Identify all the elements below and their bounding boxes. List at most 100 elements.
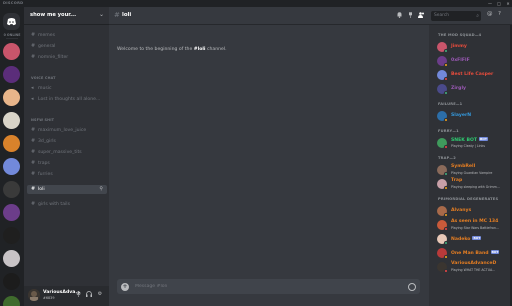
member-name: One Man Band BOT xyxy=(451,250,500,256)
emoji-picker-icon[interactable] xyxy=(408,282,416,291)
member-item[interactable]: 0xFlFlF xyxy=(434,55,510,68)
channel-girls-with-tails[interactable]: # girls with tails xyxy=(27,200,107,209)
avatar[interactable] xyxy=(28,289,40,301)
app-name: DISCORD xyxy=(3,1,24,5)
search-placeholder: Search xyxy=(434,13,450,18)
member-list: THE MOD SQUAD—4 Jimmy 0xFlFlF Best Life Cas… xyxy=(429,25,512,306)
channel-3d-girls[interactable]: #3d_girls xyxy=(27,137,107,146)
channel-maximum-love-juice[interactable]: # maximum_love_juice xyxy=(27,126,107,135)
member-name: Best Life Casper xyxy=(451,72,494,77)
member-item[interactable]: As seen in MC 134 Playing Star Wars Battl… xyxy=(434,219,510,232)
discord-logo-icon xyxy=(7,18,16,26)
speaker-icon: ◂ xyxy=(31,85,34,91)
home-button[interactable] xyxy=(3,13,20,30)
header-right-section: Search ⌕ @ ? xyxy=(429,7,512,25)
category-voice-chat[interactable]: VOICE CHAT xyxy=(31,76,56,80)
hash-icon: # xyxy=(31,186,36,192)
member-name: Jimmy xyxy=(451,44,467,49)
hash-icon: # xyxy=(31,43,36,49)
hash-icon: # xyxy=(31,138,36,144)
channel-title: loli xyxy=(122,12,132,18)
server-icon[interactable] xyxy=(3,89,20,106)
bell-icon[interactable] xyxy=(395,12,403,20)
channel-loli-active[interactable]: # loli ⚲ xyxy=(27,185,107,194)
member-activity: Playing sleeping with Grimm... xyxy=(451,185,500,189)
bot-badge: BOT xyxy=(472,236,482,240)
chat-area: # loli Welcome to the beginning of the #… xyxy=(109,7,429,306)
server-icon[interactable] xyxy=(3,204,20,221)
message-input[interactable] xyxy=(135,281,385,292)
minimize-button[interactable]: — xyxy=(486,0,494,7)
member-item[interactable]: VariousAdvanceD Playing WHAT THE ACTUA... xyxy=(434,261,510,274)
hash-icon: # xyxy=(31,201,36,207)
server-icon[interactable] xyxy=(3,66,20,83)
member-name: Trap xyxy=(451,178,463,183)
status-dot-icon xyxy=(444,255,448,259)
member-group-header: TRAP—2 xyxy=(438,156,456,160)
hash-icon: # xyxy=(31,160,36,166)
server-icon[interactable] xyxy=(3,135,20,152)
status-dot-icon xyxy=(444,186,448,190)
member-activity: Playing Guardian Vampire xyxy=(451,171,493,175)
member-item[interactable]: Alvanys xyxy=(434,205,510,218)
channel-general[interactable]: # general xyxy=(27,42,107,51)
server-icon[interactable] xyxy=(3,296,20,306)
member-group-header: PRIMORDIAL DEGENERATES xyxy=(438,197,499,201)
channel-sidebar: show me your... ⌄ # memes # general # nomni… xyxy=(24,7,109,306)
hash-icon: # xyxy=(114,11,120,19)
close-window-button[interactable]: ✕ xyxy=(504,0,512,7)
member-group-header: FURRY—1 xyxy=(438,129,459,133)
member-item[interactable]: SNEK BOT BOT Playing Cleaty | Links xyxy=(434,137,510,150)
hash-icon: # xyxy=(31,54,36,60)
hash-icon: # xyxy=(31,171,36,177)
member-group-header: THE MOD SQUAD—4 xyxy=(438,33,482,37)
maximize-button[interactable]: □ xyxy=(495,0,503,7)
channel-super-massive-tits[interactable]: # super_massive_tits xyxy=(27,148,107,157)
member-item[interactable]: Trap Playing sleeping with Grimm... xyxy=(434,178,510,191)
voice-channel-music[interactable]: ◂ music xyxy=(27,84,107,93)
guild-header[interactable]: show me your... ⌄ xyxy=(24,7,109,25)
mention-icon[interactable]: @ xyxy=(487,11,493,17)
server-icon[interactable] xyxy=(3,43,20,60)
search-input[interactable]: Search ⌕ xyxy=(431,11,481,21)
category-nsfw[interactable]: NSFW SHIT xyxy=(31,118,54,122)
member-activity: Playing Star Wars Battlefron... xyxy=(451,226,499,230)
pin-icon[interactable] xyxy=(406,12,414,20)
member-item[interactable]: SymbRell Playing Guardian Vampire xyxy=(434,164,510,177)
member-name: SlayerN xyxy=(451,113,472,118)
member-item[interactable]: One Man Band BOT xyxy=(434,247,510,260)
speaker-icon: ◂ xyxy=(31,96,34,102)
members-icon[interactable] xyxy=(417,12,425,20)
add-user-icon[interactable]: ⚲ xyxy=(99,186,103,192)
server-icon[interactable] xyxy=(3,112,20,129)
member-item[interactable]: Best Life Casper xyxy=(434,69,510,82)
help-icon[interactable]: ? xyxy=(498,11,501,17)
member-name: 0xFlFlF xyxy=(451,58,470,63)
server-icon[interactable] xyxy=(3,227,20,244)
member-name: SNEK BOT BOT xyxy=(451,137,488,143)
server-icon[interactable] xyxy=(3,250,20,267)
status-dot-icon xyxy=(444,269,448,273)
member-name: VariousAdvanceD xyxy=(451,261,497,266)
microphone-icon[interactable] xyxy=(74,291,82,299)
channel-nomnie-filter[interactable]: # nomnie_filter xyxy=(27,53,107,62)
member-item[interactable]: SlayerN xyxy=(434,110,510,123)
settings-gear-icon[interactable]: ⚙ xyxy=(96,291,104,297)
channel-traps[interactable]: # traps xyxy=(27,159,107,168)
member-item[interactable]: Nadeko BOT xyxy=(434,233,510,246)
server-icon[interactable] xyxy=(3,181,20,198)
channel-memes[interactable]: # memes xyxy=(27,31,107,40)
bot-badge: BOT xyxy=(479,137,488,141)
server-icon[interactable] xyxy=(3,273,20,290)
online-count: 0 ONLINE xyxy=(3,33,21,37)
user-panel: VariousAdva... #6839 ⚙ xyxy=(24,286,109,306)
server-icon[interactable] xyxy=(3,158,20,175)
channel-furries[interactable]: # furries xyxy=(27,170,107,179)
member-item[interactable]: Jimmy xyxy=(434,41,510,54)
member-name: Alvanys xyxy=(451,208,472,213)
upload-plus-icon[interactable]: + xyxy=(121,282,129,291)
voice-channel-lost[interactable]: ◂ Lost in thoughts all alone... xyxy=(27,95,107,104)
headphones-icon[interactable] xyxy=(85,291,93,299)
member-item[interactable]: Zirgly xyxy=(434,83,510,96)
rail-separator xyxy=(6,38,18,39)
